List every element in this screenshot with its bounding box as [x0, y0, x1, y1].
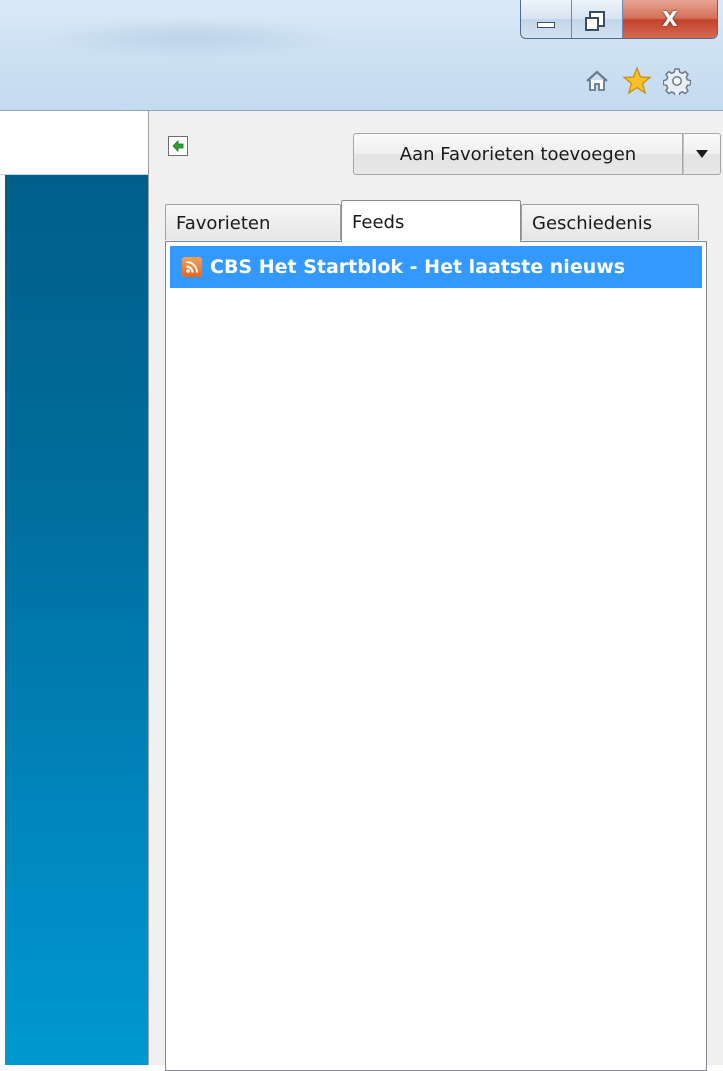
close-icon: X	[662, 7, 678, 31]
favorites-center: Aan Favorieten toevoegen Favorieten Feed…	[148, 111, 723, 1071]
star-icon	[622, 66, 652, 95]
favorites-tabs: Favorieten Feeds Geschiedenis	[165, 200, 705, 242]
minimize-button[interactable]	[521, 0, 572, 38]
browser-chrome: X	[0, 0, 723, 111]
tab-feeds[interactable]: Feeds	[341, 200, 521, 242]
tab-geschiedenis[interactable]: Geschiedenis	[521, 204, 699, 240]
feeds-list: CBS Het Startblok - Het laatste nieuws	[165, 241, 707, 1071]
pin-arrow-icon	[171, 139, 185, 153]
pin-favorites-button[interactable]	[168, 136, 188, 156]
add-to-favorites-button[interactable]: Aan Favorieten toevoegen	[353, 133, 683, 175]
page-content-area	[5, 175, 148, 1065]
chevron-down-icon	[696, 150, 708, 158]
window-controls: X	[520, 0, 718, 39]
tab-favorieten[interactable]: Favorieten	[165, 204, 341, 240]
restore-icon	[585, 11, 605, 31]
command-icons	[580, 64, 694, 98]
gear-icon	[663, 68, 691, 95]
feed-title: CBS Het Startblok - Het laatste nieuws	[210, 256, 626, 278]
home-icon	[586, 70, 608, 91]
restore-button[interactable]	[572, 0, 623, 38]
tools-button[interactable]	[660, 64, 694, 98]
add-to-favorites-dropdown[interactable]	[683, 133, 721, 175]
minimize-icon	[537, 22, 555, 28]
page-header-area	[0, 111, 148, 175]
list-item[interactable]: CBS Het Startblok - Het laatste nieuws	[170, 246, 702, 288]
home-button[interactable]	[580, 64, 614, 98]
favorites-star-button[interactable]	[620, 64, 654, 98]
rss-icon	[182, 257, 202, 277]
close-button[interactable]: X	[623, 0, 717, 38]
